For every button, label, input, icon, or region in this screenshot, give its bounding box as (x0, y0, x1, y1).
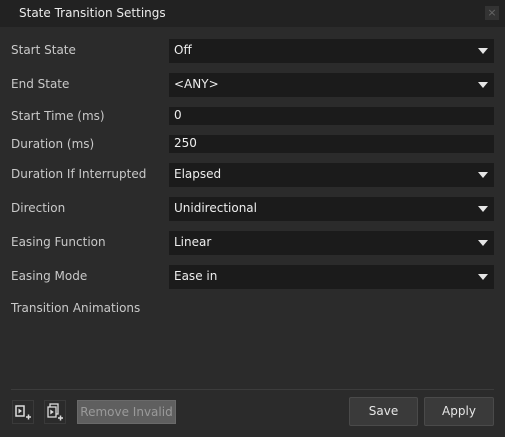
chevron-down-icon (478, 172, 488, 178)
add-multiple-animations-icon (47, 403, 63, 421)
dialog-title: State Transition Settings (19, 6, 166, 20)
row-direction: Direction Unidirectional (0, 197, 505, 221)
easing-function-value: Linear (174, 235, 212, 249)
chevron-down-icon (478, 48, 488, 54)
end-state-dropdown[interactable]: <ANY> (169, 73, 494, 97)
start-state-label: Start State (11, 43, 76, 57)
direction-label: Direction (11, 201, 66, 215)
row-start-state: Start State Off (0, 39, 505, 63)
chevron-down-icon (478, 82, 488, 88)
row-duration-if-interrupted: Duration If Interrupted Elapsed (0, 163, 505, 187)
easing-function-label: Easing Function (11, 235, 106, 249)
start-time-input[interactable]: 0 (169, 107, 494, 125)
start-state-value: Off (174, 43, 192, 57)
duration-input[interactable]: 250 (169, 135, 494, 153)
start-time-value: 0 (174, 108, 182, 122)
add-animation-button[interactable] (12, 400, 34, 424)
duration-if-interrupted-label: Duration If Interrupted (11, 167, 147, 181)
row-easing-function: Easing Function Linear (0, 231, 505, 255)
start-state-dropdown[interactable]: Off (169, 39, 494, 63)
easing-function-dropdown[interactable]: Linear (169, 231, 494, 255)
duration-label: Duration (ms) (11, 137, 95, 151)
duration-if-interrupted-dropdown[interactable]: Elapsed (169, 163, 494, 187)
easing-mode-dropdown[interactable]: Ease in (169, 265, 494, 289)
add-multiple-animations-button[interactable] (44, 400, 66, 424)
chevron-down-icon (478, 206, 488, 212)
chevron-down-icon (478, 274, 488, 280)
duration-value: 250 (174, 136, 197, 150)
apply-button[interactable]: Apply (424, 397, 494, 426)
save-button[interactable]: Save (349, 397, 418, 426)
row-start-time: Start Time (ms) 0 (0, 107, 505, 131)
row-duration: Duration (ms) 250 (0, 135, 505, 159)
chevron-down-icon (478, 240, 488, 246)
title-bar: State Transition Settings × (0, 0, 505, 27)
remove-invalid-button[interactable]: Remove Invalid (77, 400, 176, 424)
start-time-label: Start Time (ms) (11, 109, 105, 123)
row-easing-mode: Easing Mode Ease in (0, 265, 505, 289)
duration-if-interrupted-value: Elapsed (174, 167, 222, 181)
easing-mode-value: Ease in (174, 269, 218, 283)
footer-divider (11, 389, 494, 390)
end-state-value: <ANY> (174, 77, 219, 91)
add-animation-icon (15, 405, 31, 420)
row-end-state: End State <ANY> (0, 73, 505, 97)
direction-dropdown[interactable]: Unidirectional (169, 197, 494, 221)
end-state-label: End State (11, 77, 70, 91)
transition-animations-label: Transition Animations (11, 301, 141, 315)
direction-value: Unidirectional (174, 201, 257, 215)
close-icon[interactable]: × (485, 6, 499, 20)
easing-mode-label: Easing Mode (11, 269, 88, 283)
